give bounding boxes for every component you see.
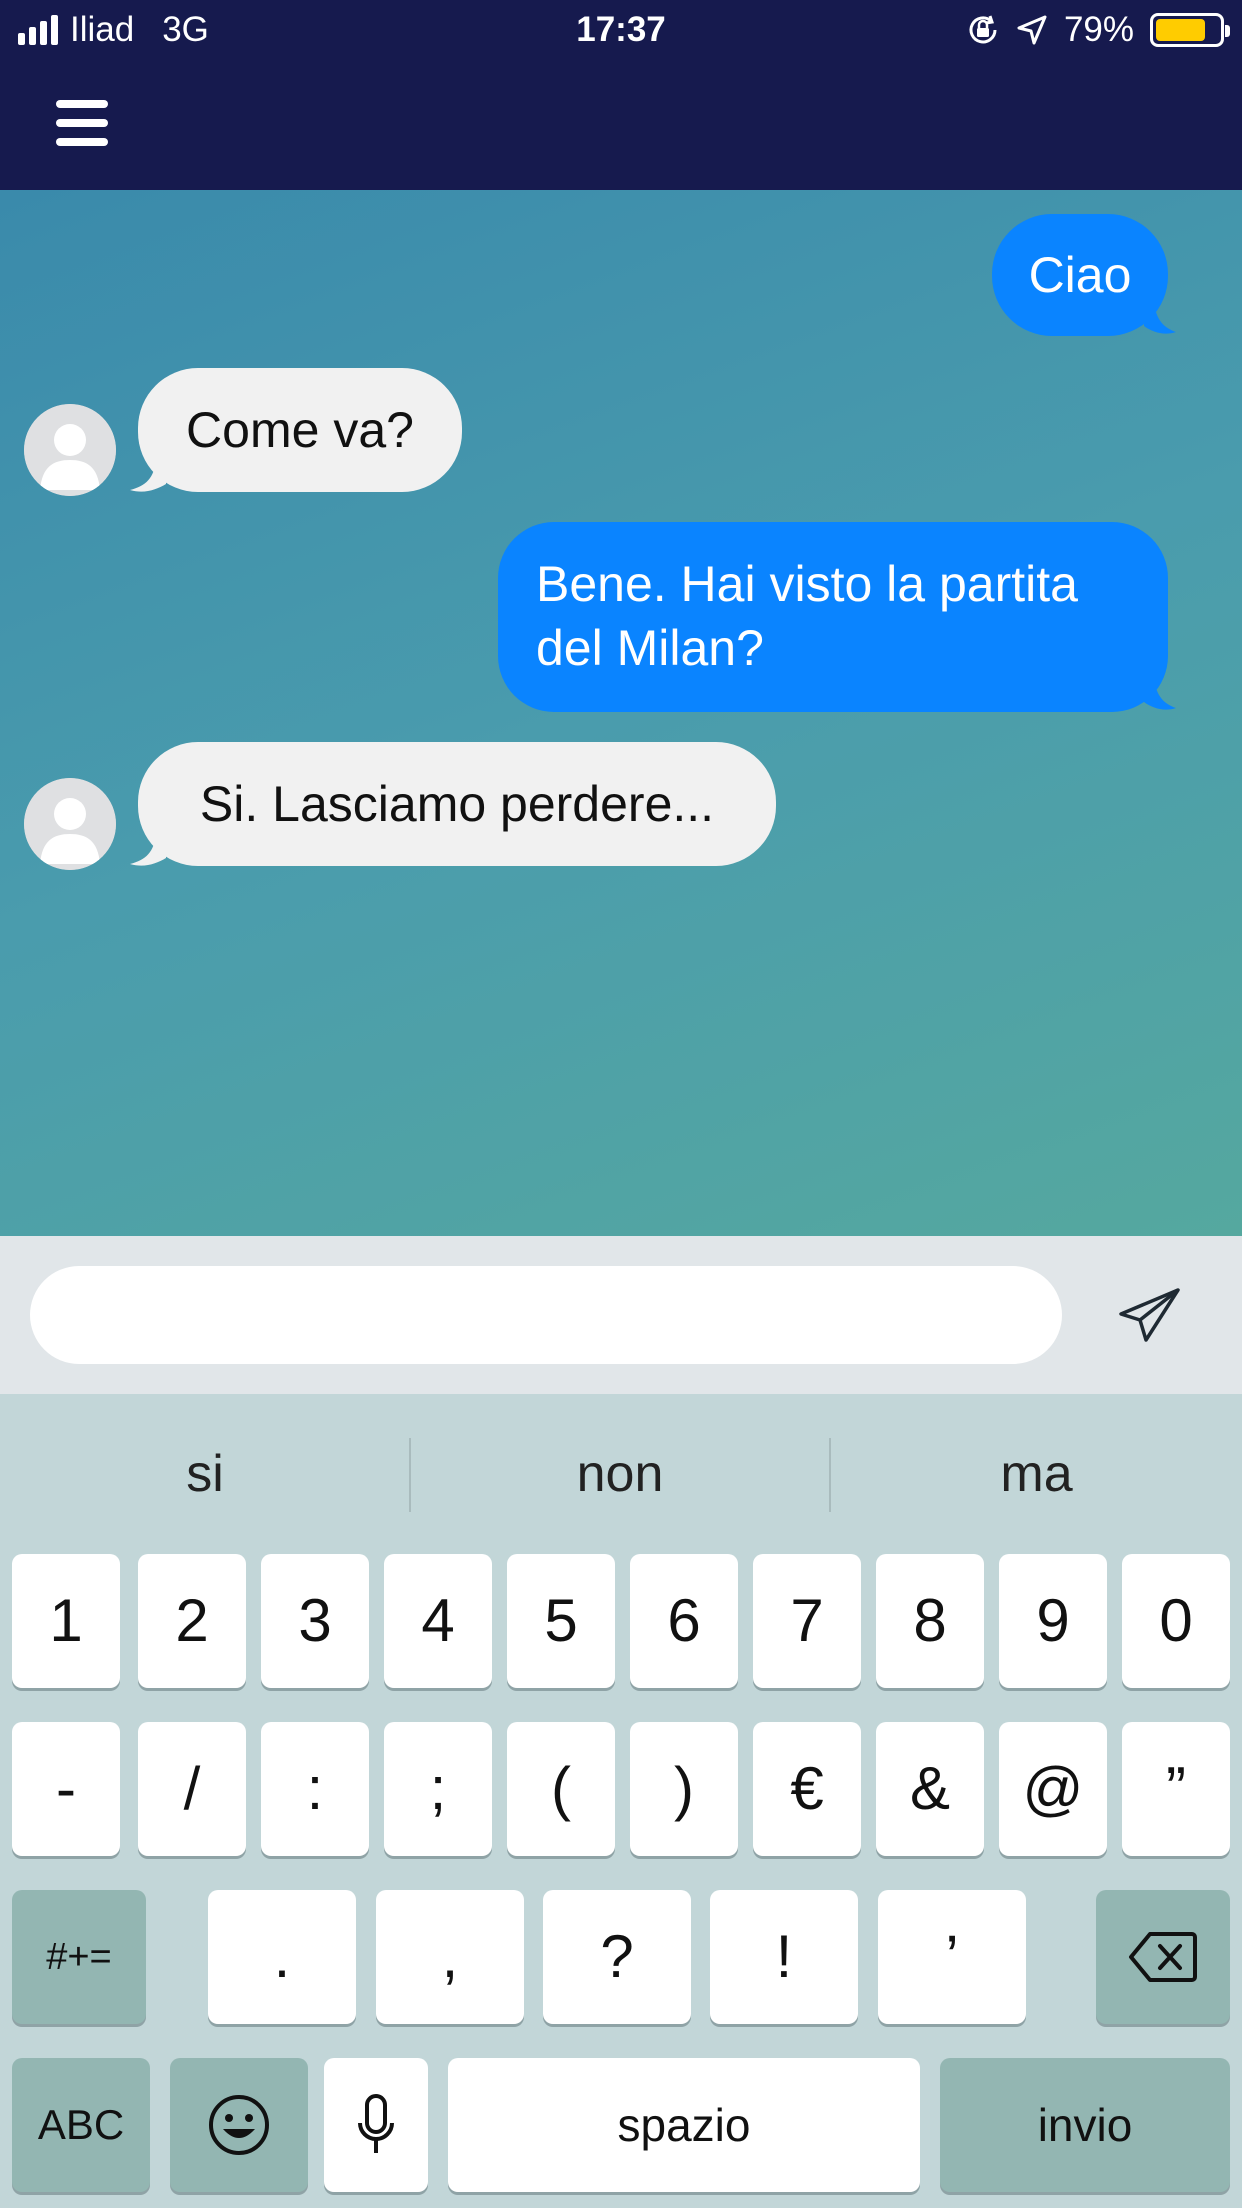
message-outgoing: Ciao — [992, 214, 1168, 336]
punctuation-key[interactable]: ’ — [878, 1890, 1026, 2024]
symbol-key[interactable]: ) — [630, 1722, 738, 1856]
symbols-toggle-key[interactable]: #+= — [12, 1890, 146, 2024]
message-input[interactable] — [30, 1266, 1062, 1364]
microphone-icon — [358, 2094, 394, 2153]
composer-bar — [0, 1236, 1242, 1394]
chat-area: Ciao Come va? Bene. Hai visto la partita… — [0, 190, 1242, 1236]
message-text: Ciao — [1028, 247, 1132, 303]
orientation-lock-icon — [969, 15, 997, 44]
symbol-key[interactable]: & — [876, 1722, 984, 1856]
number-key[interactable]: 8 — [876, 1554, 984, 1688]
microphone-key[interactable] — [324, 2058, 428, 2192]
number-key[interactable]: 2 — [138, 1554, 246, 1688]
bubble-tail — [130, 834, 166, 866]
battery-icon — [1150, 13, 1230, 47]
message-text: Come va? — [186, 402, 414, 458]
message-incoming: Si. Lasciamo perdere... — [138, 742, 776, 866]
avatar — [24, 404, 116, 496]
hamburger-menu-icon[interactable] — [56, 100, 108, 146]
bubble-tail — [1144, 302, 1176, 334]
symbol-key[interactable]: : — [261, 1722, 369, 1856]
number-key[interactable]: 7 — [753, 1554, 861, 1688]
suggestion-bar: si non ma — [0, 1394, 1242, 1554]
backspace-icon — [1129, 1932, 1197, 1982]
backspace-key[interactable] — [1096, 1890, 1230, 2024]
message-incoming: Come va? — [138, 368, 462, 492]
punctuation-key[interactable]: ! — [710, 1890, 858, 2024]
bubble-tail — [1144, 678, 1176, 710]
symbol-key[interactable]: ” — [1122, 1722, 1230, 1856]
suggestion-item[interactable]: non — [411, 1394, 829, 1554]
symbol-key[interactable]: ( — [507, 1722, 615, 1856]
return-key[interactable]: invio — [940, 2058, 1230, 2192]
avatar — [24, 778, 116, 870]
emoji-icon — [209, 2095, 269, 2155]
number-key[interactable]: 6 — [630, 1554, 738, 1688]
symbol-key[interactable]: - — [12, 1722, 120, 1856]
space-key[interactable]: spazio — [448, 2058, 920, 2192]
number-key[interactable]: 5 — [507, 1554, 615, 1688]
status-bar: Iliad 3G 17:37 79% — [0, 0, 1242, 64]
symbol-key[interactable]: / — [138, 1722, 246, 1856]
number-key[interactable]: 0 — [1122, 1554, 1230, 1688]
number-key[interactable]: 3 — [261, 1554, 369, 1688]
bubble-tail — [130, 460, 166, 492]
number-key[interactable]: 9 — [999, 1554, 1107, 1688]
paper-plane-icon[interactable] — [1118, 1288, 1182, 1344]
symbol-key[interactable]: ; — [384, 1722, 492, 1856]
emoji-key[interactable] — [170, 2058, 308, 2192]
message-text: Si. Lasciamo perdere... — [199, 776, 715, 832]
number-key[interactable]: 1 — [12, 1554, 120, 1688]
message-text-line: del Milan? — [536, 620, 764, 676]
symbol-key[interactable]: @ — [999, 1722, 1107, 1856]
punctuation-key[interactable]: . — [208, 1890, 356, 2024]
suggestion-item[interactable]: si — [0, 1394, 410, 1554]
punctuation-key[interactable]: , — [376, 1890, 524, 2024]
battery-percent: 79% — [1063, 10, 1134, 49]
message-text-line: Bene. Hai visto la partita — [536, 556, 1078, 612]
number-key[interactable]: 4 — [384, 1554, 492, 1688]
symbol-key[interactable]: € — [753, 1722, 861, 1856]
top-bar: Iliad 3G 17:37 79% — [0, 0, 1242, 190]
location-arrow-icon — [1017, 15, 1047, 45]
punctuation-key[interactable]: ? — [543, 1890, 691, 2024]
suggestion-item[interactable]: ma — [831, 1394, 1242, 1554]
abc-key[interactable]: ABC — [12, 2058, 150, 2192]
message-outgoing: Bene. Hai visto la partita del Milan? — [498, 522, 1168, 712]
keyboard: si non ma 1234567890 - /:;() € & @” #+= .,?!… — [0, 1394, 1242, 2208]
status-right: 79% — [966, 10, 1230, 50]
